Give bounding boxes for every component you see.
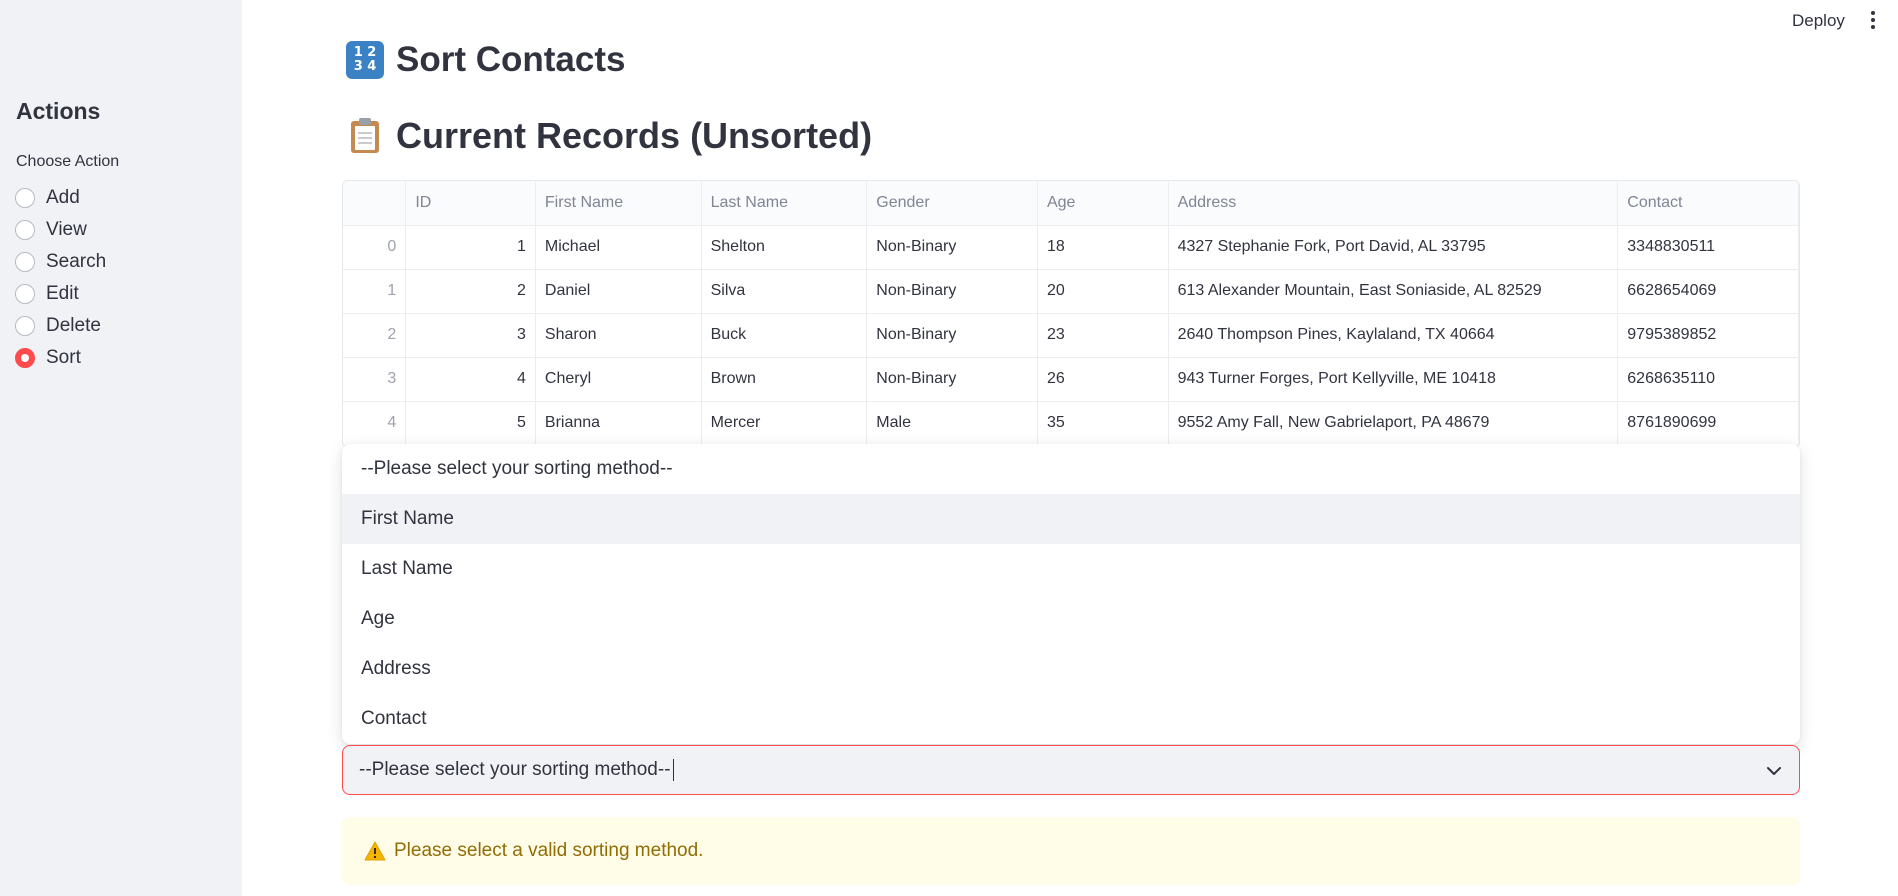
table-cell[interactable]: 2 [405, 269, 536, 314]
radio-option-view[interactable]: View [15, 214, 106, 246]
column-header[interactable]: Age [1037, 181, 1169, 226]
dropdown-option[interactable]: Age [342, 594, 1800, 644]
table-header-row: ID First Name Last Name Gender Age Address Con… [343, 181, 1799, 226]
dropdown-option[interactable]: Address [342, 644, 1800, 694]
row-index-cell[interactable]: 4 [343, 401, 407, 446]
radio-circle[interactable] [15, 284, 35, 304]
records-table[interactable]: ID First Name Last Name Gender Age Address Con… [342, 180, 1800, 448]
table-cell[interactable]: 3348830511 [1617, 225, 1799, 270]
page-title: 1 23 4 Sort Contacts [346, 40, 625, 80]
table-cell[interactable]: Buck [701, 313, 868, 358]
table-cell[interactable]: 35 [1037, 401, 1169, 446]
dropdown-option[interactable]: First Name [342, 494, 1800, 544]
radio-option-add[interactable]: Add [15, 182, 106, 214]
table-cell[interactable]: Brown [701, 357, 868, 402]
radio-label: Search [46, 251, 107, 272]
table-cell[interactable]: 9795389852 [1617, 313, 1799, 358]
table-row[interactable]: 2 3 Sharon Buck Non-Binary 23 2640 Thompson Pi… [343, 313, 1799, 358]
table-cell[interactable]: Non-Binary [866, 357, 1038, 402]
table-cell[interactable]: 23 [1037, 313, 1169, 358]
table-cell[interactable]: 6628654069 [1617, 269, 1799, 314]
table-cell[interactable]: 1 [405, 225, 536, 270]
radio-circle[interactable] [15, 316, 35, 336]
radio-label: Sort [46, 347, 81, 368]
table-cell[interactable]: Cheryl [535, 357, 702, 402]
row-index-cell[interactable]: 3 [343, 357, 407, 402]
radio-circle[interactable] [15, 220, 35, 240]
radio-option-edit[interactable]: Edit [15, 278, 106, 310]
table-cell[interactable]: 5 [405, 401, 536, 446]
row-index-cell[interactable]: 1 [343, 269, 407, 314]
radio-label: Delete [46, 315, 101, 336]
column-header[interactable]: ID [405, 181, 536, 226]
records-heading-text: Current Records (Unsorted) [396, 115, 873, 156]
table-cell[interactable]: Shelton [701, 225, 868, 270]
radio-circle[interactable] [15, 252, 35, 272]
table-cell[interactable]: Michael [535, 225, 702, 270]
table-cell[interactable]: 6268635110 [1617, 357, 1799, 402]
warning-text: Please select a valid sorting method. [394, 840, 704, 861]
column-header[interactable]: Address [1168, 181, 1619, 226]
table-cell[interactable]: 3 [405, 313, 536, 358]
table-cell[interactable]: Silva [701, 269, 868, 314]
more-vertical-icon[interactable] [1866, 8, 1880, 32]
deploy-button[interactable]: Deploy [1788, 9, 1849, 33]
sort-method-select[interactable]: --Please select your sorting method-- [342, 745, 1800, 795]
table-cell[interactable]: Male [866, 401, 1038, 446]
radio-option-delete[interactable]: Delete [15, 310, 106, 342]
table-cell[interactable]: Brianna [535, 401, 702, 446]
radio-option-search[interactable]: Search [15, 246, 106, 278]
action-radio-group: Add View Search Edit Delete Sort [15, 182, 106, 374]
table-cell[interactable]: 20 [1037, 269, 1169, 314]
table-cell[interactable]: 26 [1037, 357, 1169, 402]
radio-option-sort[interactable]: Sort [15, 342, 106, 374]
records-heading: Current Records (Unsorted) [346, 115, 872, 157]
chevron-down-icon[interactable] [1765, 762, 1783, 780]
dropdown-option[interactable]: --Please select your sorting method-- [342, 444, 1800, 494]
sort-method-dropdown-menu: --Please select your sorting method-- Fir… [342, 444, 1800, 744]
clipboard-icon [346, 117, 384, 155]
row-index-cell[interactable]: 0 [343, 225, 407, 270]
sidebar: Actions Choose Action Add View Search Edit D… [0, 0, 242, 896]
input-numbers-icon: 1 23 4 [346, 41, 384, 79]
table-row[interactable]: 4 5 Brianna Mercer Male 35 9552 Amy Fall, New … [343, 401, 1799, 446]
column-header[interactable]: First Name [535, 181, 702, 226]
dropdown-option[interactable]: Contact [342, 694, 1800, 744]
table-cell[interactable]: Daniel [535, 269, 702, 314]
table-cell[interactable]: 613 Alexander Mountain, East Soniaside, … [1168, 269, 1619, 314]
table-cell[interactable]: 8761890699 [1617, 401, 1799, 446]
radio-circle[interactable] [15, 348, 35, 368]
column-header[interactable] [343, 181, 407, 226]
table-cell[interactable]: 4327 Stephanie Fork, Port David, AL 3379… [1168, 225, 1619, 270]
table-row[interactable]: 0 1 Michael Shelton Non-Binary 18 4327 Stephan… [343, 225, 1799, 270]
table-cell[interactable]: 18 [1037, 225, 1169, 270]
sort-method-select-value: --Please select your sorting method-- [359, 759, 671, 780]
table-cell[interactable]: Non-Binary [866, 225, 1038, 270]
page-title-text: Sort Contacts [396, 40, 626, 79]
table-cell[interactable]: 943 Turner Forges, Port Kellyville, ME 1… [1168, 357, 1619, 402]
table-cell[interactable]: Non-Binary [866, 313, 1038, 358]
radio-circle[interactable] [15, 188, 35, 208]
warning-icon [364, 841, 386, 861]
radio-label: Edit [46, 283, 79, 304]
dropdown-option[interactable]: Last Name [342, 544, 1800, 594]
table-cell[interactable]: Sharon [535, 313, 702, 358]
warning-alert: Please select a valid sorting method. [342, 817, 1800, 885]
radio-label: Add [46, 187, 80, 208]
text-cursor [672, 759, 674, 781]
table-cell[interactable]: Non-Binary [866, 269, 1038, 314]
column-header[interactable]: Gender [866, 181, 1038, 226]
table-row[interactable]: 3 4 Cheryl Brown Non-Binary 26 943 Turner Forg… [343, 357, 1799, 402]
choose-action-label: Choose Action [16, 153, 120, 170]
table-cell[interactable]: 9552 Amy Fall, New Gabrielaport, PA 4867… [1168, 401, 1619, 446]
row-index-cell[interactable]: 2 [343, 313, 407, 358]
sidebar-title: Actions [16, 98, 101, 124]
table-cell[interactable]: 2640 Thompson Pines, Kaylaland, TX 40664 [1168, 313, 1619, 358]
radio-label: View [46, 219, 87, 240]
column-header[interactable]: Contact [1617, 181, 1799, 226]
table-cell[interactable]: 4 [405, 357, 536, 402]
table-row[interactable]: 1 2 Daniel Silva Non-Binary 20 613 Alexander M… [343, 269, 1799, 314]
table-cell[interactable]: Mercer [701, 401, 868, 446]
column-header[interactable]: Last Name [701, 181, 868, 226]
